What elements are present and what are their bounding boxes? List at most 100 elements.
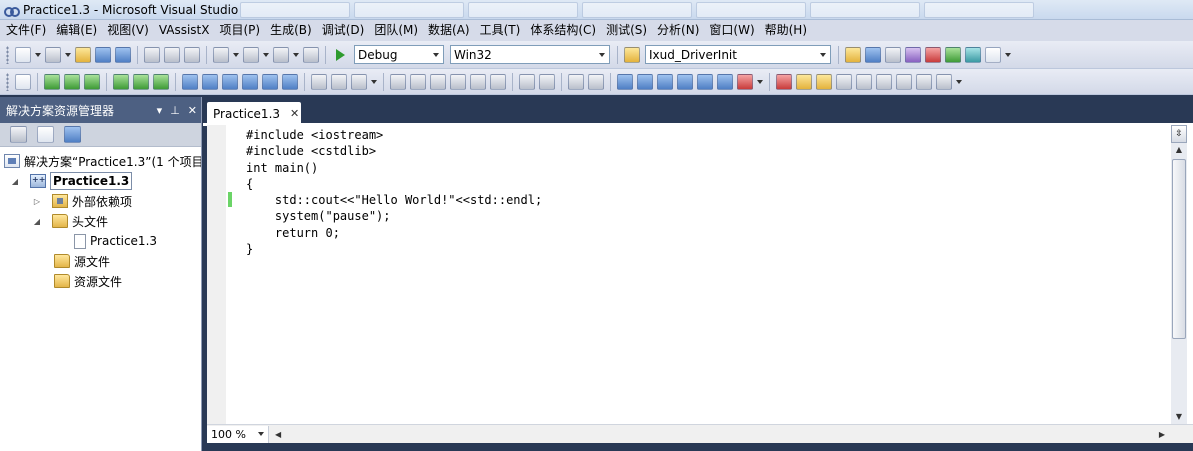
vax-rename-icon[interactable] (133, 73, 149, 90)
toolbar-grip[interactable] (6, 72, 9, 91)
chevron-down-icon[interactable] (258, 432, 264, 436)
cut-icon[interactable] (144, 46, 160, 63)
close-icon[interactable]: ✕ (188, 104, 197, 117)
parameter-info-icon[interactable] (202, 73, 218, 90)
next-bookmark-icon[interactable] (657, 73, 673, 90)
menu-help[interactable]: 帮助(H) (761, 20, 813, 41)
spell-check-icon[interactable] (896, 73, 912, 90)
scroll-up-icon[interactable]: ▲ (1171, 143, 1187, 157)
vax-goto-member-icon[interactable] (64, 73, 80, 90)
decrease-indent-icon[interactable] (519, 73, 535, 90)
close-tab-icon[interactable]: ✕ (290, 107, 299, 120)
complete-word-icon[interactable] (242, 73, 258, 90)
tree-item-header-files[interactable]: ◢ 头文件 (0, 211, 201, 231)
properties-icon[interactable] (37, 126, 54, 143)
tree-item-project[interactable]: ◢ Practice1.3 (0, 171, 201, 191)
solution-configuration-select[interactable]: Debug (354, 45, 444, 64)
menu-architecture[interactable]: 体系结构(C) (526, 20, 602, 41)
menu-team[interactable]: 团队(M) (370, 20, 424, 41)
command-window-icon[interactable] (985, 46, 1001, 63)
chevron-down-icon[interactable] (595, 46, 609, 63)
move-block-icon[interactable] (331, 73, 347, 90)
expanded-arrow-icon[interactable]: ◢ (32, 217, 42, 226)
toolbar-overflow-dropdown-icon[interactable] (371, 79, 377, 84)
split-window-icon[interactable] (490, 73, 506, 90)
open-file-icon[interactable] (75, 46, 91, 63)
navigate-backward-icon[interactable] (273, 46, 289, 63)
comment-lines-icon[interactable] (568, 73, 584, 90)
next-bookmark-in-document-icon[interactable] (717, 73, 733, 90)
previous-bookmark-icon[interactable] (637, 73, 653, 90)
collapsed-arrow-icon[interactable]: ▷ (32, 197, 42, 206)
undo-icon[interactable] (213, 46, 229, 63)
menu-edit[interactable]: 编辑(E) (52, 20, 103, 41)
menu-project[interactable]: 项目(P) (215, 20, 266, 41)
vax-back-icon[interactable] (84, 73, 100, 90)
increase-indent-icon[interactable] (539, 73, 555, 90)
scroll-thumb[interactable] (1172, 159, 1186, 339)
move-left-icon[interactable] (856, 73, 872, 90)
format-document-icon[interactable] (836, 73, 852, 90)
menu-tools[interactable]: 工具(T) (476, 20, 527, 41)
tree-item-resource-files[interactable]: 资源文件 (0, 271, 201, 291)
solution-explorer-icon[interactable] (865, 46, 881, 63)
wrap-lines-icon[interactable] (351, 73, 367, 90)
save-icon[interactable] (95, 46, 111, 63)
insert-guid-icon[interactable] (936, 73, 952, 90)
move-right-icon[interactable] (876, 73, 892, 90)
vax-open-file-icon[interactable] (15, 73, 31, 90)
class-view-icon[interactable] (64, 126, 81, 143)
navigate-dropdown-icon[interactable] (293, 52, 299, 57)
align-lines-icon[interactable] (311, 73, 327, 90)
find-in-files-icon[interactable] (624, 46, 640, 63)
tree-item-solution[interactable]: 解决方案“Practice1.3”(1 个项目) (0, 151, 201, 171)
breakpoints-window-icon[interactable] (796, 73, 812, 90)
pin-icon[interactable]: ⊥ (170, 104, 180, 117)
start-page-icon[interactable] (945, 46, 961, 63)
new-project-dropdown-icon[interactable] (35, 52, 41, 57)
extension-manager-icon[interactable] (965, 46, 981, 63)
insert-snippet-icon[interactable] (262, 73, 278, 90)
navigate-forward-icon[interactable] (303, 46, 319, 63)
show-all-files-icon[interactable] (10, 126, 27, 143)
add-item-icon[interactable] (45, 46, 61, 63)
properties-window-icon[interactable] (885, 46, 901, 63)
scroll-left-icon[interactable]: ◀ (275, 430, 281, 439)
save-all-icon[interactable] (115, 46, 131, 63)
copy-icon[interactable] (164, 46, 180, 63)
tree-item-source-files[interactable]: 源文件 (0, 251, 201, 271)
panel-options-icon[interactable]: ▾ (157, 104, 163, 117)
toolbar-grip[interactable] (6, 45, 9, 64)
show-whitespace-icon[interactable] (390, 73, 406, 90)
paste-icon[interactable] (184, 46, 200, 63)
bookmark-options-dropdown-icon[interactable] (757, 79, 763, 84)
menu-analyze[interactable]: 分析(N) (653, 20, 705, 41)
solution-platform-select[interactable]: Win32 (450, 45, 610, 64)
previous-bookmark-in-folder-icon[interactable] (677, 73, 693, 90)
tree-item-header-file[interactable]: Practice1.3 (0, 231, 201, 251)
vax-find-references-icon[interactable] (113, 73, 129, 90)
toolbar-options-dropdown-icon[interactable] (956, 79, 962, 84)
zoom-select[interactable]: 100 % (207, 425, 269, 443)
surround-with-icon[interactable] (282, 73, 298, 90)
expanded-arrow-icon[interactable]: ◢ (10, 177, 20, 186)
menu-vassistx[interactable]: VAssistX (155, 20, 216, 41)
display-object-members-icon[interactable] (182, 73, 198, 90)
toggle-word-wrap-icon[interactable] (470, 73, 486, 90)
uncomment-lines-icon[interactable] (588, 73, 604, 90)
find-in-solution-icon[interactable] (816, 73, 832, 90)
find-symbol-icon[interactable] (845, 46, 861, 63)
toolbar-options-dropdown-icon[interactable] (1005, 52, 1011, 57)
menu-window[interactable]: 窗口(W) (705, 20, 760, 41)
new-project-icon[interactable] (15, 46, 31, 63)
toolbox-icon[interactable] (925, 46, 941, 63)
split-window-handle-icon[interactable]: ⇳ (1171, 125, 1187, 143)
vax-goto-icon[interactable] (44, 73, 60, 90)
select-line-icon[interactable] (430, 73, 446, 90)
indicator-margin[interactable] (207, 125, 226, 424)
menu-file[interactable]: 文件(F) (2, 20, 52, 41)
next-bookmark-in-folder-icon[interactable] (697, 73, 713, 90)
font-case-icon[interactable] (450, 73, 466, 90)
debug-location-icon[interactable] (776, 73, 792, 90)
vertical-scrollbar[interactable]: ⇳ ▲ ▼ (1171, 125, 1187, 424)
